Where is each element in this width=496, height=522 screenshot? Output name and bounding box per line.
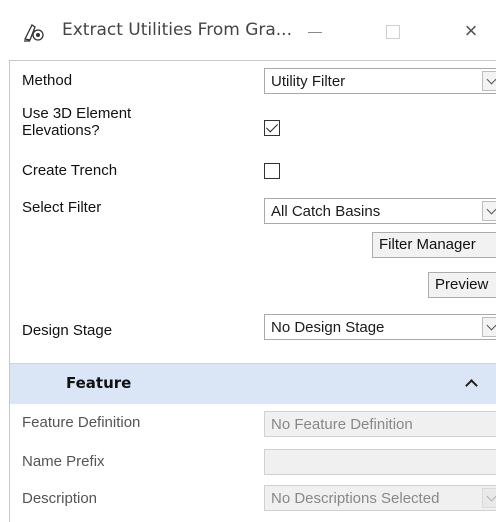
use-3d-label-line2: Elevations? xyxy=(22,122,100,139)
use-3d-label-line1: Use 3D Element xyxy=(22,105,132,122)
name-prefix-input xyxy=(264,449,496,475)
preview-button[interactable]: Preview xyxy=(428,272,496,298)
method-dropdown[interactable]: Utility Filter xyxy=(264,68,496,94)
maximize-icon xyxy=(386,25,400,39)
description-dropdown: No Descriptions Selected xyxy=(264,485,496,511)
use-3d-label: Use 3D Element Elevations? xyxy=(22,105,131,139)
select-filter-value: All Catch Basins xyxy=(271,203,381,220)
method-value: Utility Filter xyxy=(271,73,346,90)
select-filter-dropdown[interactable]: All Catch Basins xyxy=(264,198,496,224)
chevron-down-icon[interactable] xyxy=(482,201,496,221)
name-prefix-label: Name Prefix xyxy=(22,453,105,470)
feature-definition-dropdown: No Feature Definition xyxy=(264,411,496,437)
window-title: Extract Utilities From Gra... xyxy=(62,20,292,40)
minimize-icon xyxy=(308,32,322,33)
dialog-content: Method Utility Filter Use 3D Element Ele… xyxy=(9,60,496,522)
description-value: No Descriptions Selected xyxy=(271,490,440,507)
feature-section-header[interactable]: Feature xyxy=(10,363,496,404)
feature-definition-value: No Feature Definition xyxy=(271,416,413,433)
select-filter-label: Select Filter xyxy=(22,199,102,216)
method-label: Method xyxy=(22,72,73,89)
chevron-down-icon xyxy=(482,488,496,508)
chevron-down-icon[interactable] xyxy=(482,71,496,91)
feature-section-title: Feature xyxy=(66,374,132,392)
create-trench-checkbox[interactable] xyxy=(264,163,280,179)
create-trench-label: Create Trench xyxy=(22,162,118,179)
use-3d-checkbox[interactable] xyxy=(264,120,280,136)
design-stage-dropdown[interactable]: No Design Stage xyxy=(264,314,496,340)
filter-manager-button[interactable]: Filter Manager xyxy=(372,232,496,258)
feature-definition-label: Feature Definition xyxy=(22,414,141,431)
chevron-up-icon[interactable] xyxy=(465,379,478,392)
close-button[interactable]: × xyxy=(448,13,494,49)
description-label: Description xyxy=(22,490,98,507)
design-stage-value: No Design Stage xyxy=(271,319,385,336)
close-icon: × xyxy=(464,18,478,43)
utility-tool-icon xyxy=(24,24,44,42)
maximize-button[interactable] xyxy=(370,13,416,49)
design-stage-label: Design Stage xyxy=(22,322,113,339)
extract-utilities-dialog: Extract Utilities From Gra... × Method U… xyxy=(0,0,496,522)
minimize-button[interactable] xyxy=(292,13,338,49)
chevron-down-icon[interactable] xyxy=(482,317,496,337)
title-bar[interactable]: Extract Utilities From Gra... × xyxy=(0,0,496,60)
